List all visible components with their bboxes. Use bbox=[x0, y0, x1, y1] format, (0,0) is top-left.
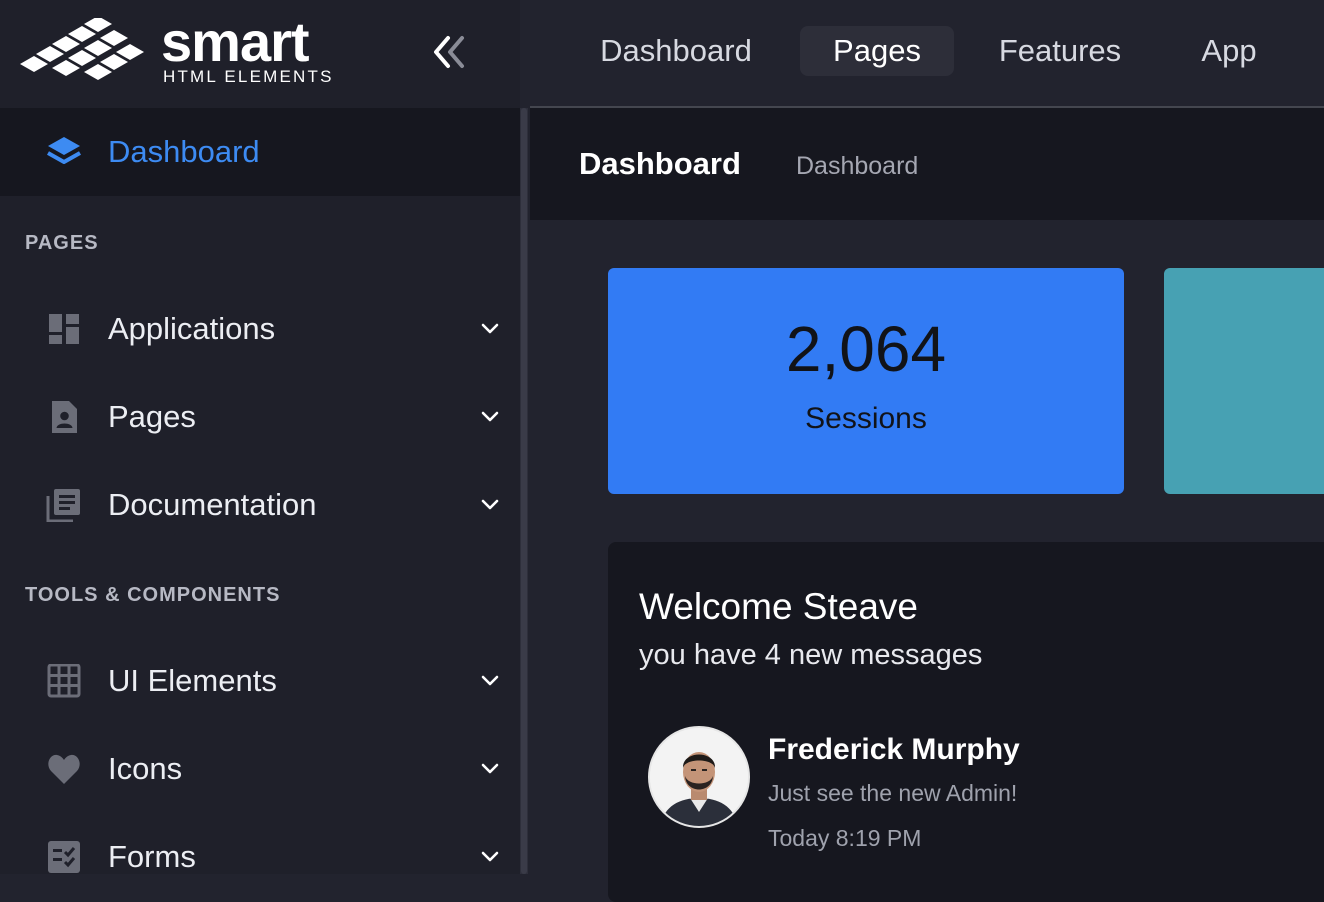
section-title-pages: PAGES bbox=[25, 232, 99, 254]
sidebar-item-forms[interactable]: Forms bbox=[0, 817, 520, 897]
sidebar: smart HTML ELEMENTS Dashboard PAGES Appl… bbox=[0, 0, 520, 874]
chevron-down-icon bbox=[481, 675, 499, 686]
sidebar-item-icons[interactable]: Icons bbox=[0, 729, 520, 809]
stat-label: Sessions bbox=[805, 402, 927, 435]
sidebar-item-pages[interactable]: Pages bbox=[0, 377, 520, 457]
brand: smart HTML ELEMENTS bbox=[0, 0, 520, 108]
section-title-tools-components: TOOLS & COMPONENTS bbox=[25, 584, 281, 606]
sidebar-item-label: Icons bbox=[108, 751, 183, 786]
tab-app[interactable]: App bbox=[1184, 26, 1274, 76]
sidebar-item-label: Pages bbox=[108, 399, 196, 434]
library-books-icon bbox=[46, 489, 80, 522]
sidebar-item-applications[interactable]: Applications bbox=[0, 289, 520, 369]
heart-icon bbox=[48, 754, 80, 784]
scrollbar-thumb[interactable] bbox=[521, 108, 527, 874]
page-title: Dashboard bbox=[579, 146, 741, 181]
sidebar-item-label: UI Elements bbox=[108, 663, 277, 698]
collapse-sidebar-button[interactable] bbox=[428, 30, 472, 74]
page-header: Dashboard Dashboard bbox=[530, 108, 1324, 220]
layers-icon bbox=[47, 137, 81, 164]
breadcrumb[interactable]: Dashboard bbox=[796, 151, 918, 181]
diamond-grid-logo-icon bbox=[20, 18, 144, 80]
tab-pages[interactable]: Pages bbox=[800, 26, 954, 76]
message-timestamp: Today 8:19 PM bbox=[768, 825, 922, 851]
dashboard-grid-icon bbox=[49, 314, 79, 344]
avatar[interactable] bbox=[648, 726, 750, 828]
sidebar-item-label: Forms bbox=[108, 839, 196, 874]
welcome-card: Welcome Steave you have 4 new messages F… bbox=[608, 542, 1324, 902]
brand-name: smart bbox=[161, 10, 310, 73]
stat-value: 2,064 bbox=[785, 313, 947, 385]
brand-subtitle: HTML ELEMENTS bbox=[163, 67, 334, 86]
person-photo-icon bbox=[650, 728, 748, 826]
chevron-down-icon bbox=[481, 851, 499, 862]
tab-features[interactable]: Features bbox=[986, 26, 1134, 76]
sidebar-item-ui-elements[interactable]: UI Elements bbox=[0, 641, 520, 721]
sidebar-item-label: Applications bbox=[108, 311, 276, 346]
sidebar-item-label: Dashboard bbox=[108, 134, 260, 169]
message-sender[interactable]: Frederick Murphy bbox=[768, 732, 1020, 768]
chevron-down-icon bbox=[481, 411, 499, 422]
stat-card-sessions: 2,064 Sessions bbox=[608, 268, 1124, 494]
welcome-title: Welcome Steave bbox=[639, 586, 918, 627]
contact-page-icon bbox=[52, 401, 77, 433]
sidebar-scrollbar[interactable] bbox=[520, 108, 528, 874]
sidebar-item-documentation[interactable]: Documentation bbox=[0, 465, 520, 545]
chevrons-left-icon bbox=[434, 36, 464, 68]
top-navigation: Dashboard Pages Features App bbox=[530, 0, 1324, 108]
sidebar-item-label: Documentation bbox=[108, 487, 317, 522]
sidebar-item-dashboard[interactable]: Dashboard bbox=[0, 108, 520, 196]
tab-dashboard[interactable]: Dashboard bbox=[584, 26, 768, 76]
chevron-down-icon bbox=[481, 763, 499, 774]
checklist-icon bbox=[48, 841, 80, 873]
grid-icon bbox=[47, 664, 81, 698]
chevron-down-icon bbox=[481, 499, 499, 510]
welcome-subtitle: you have 4 new messages bbox=[639, 639, 983, 671]
chevron-down-icon bbox=[481, 323, 499, 334]
stat-card-secondary bbox=[1164, 268, 1324, 494]
message-preview: Just see the new Admin! bbox=[768, 780, 1018, 806]
